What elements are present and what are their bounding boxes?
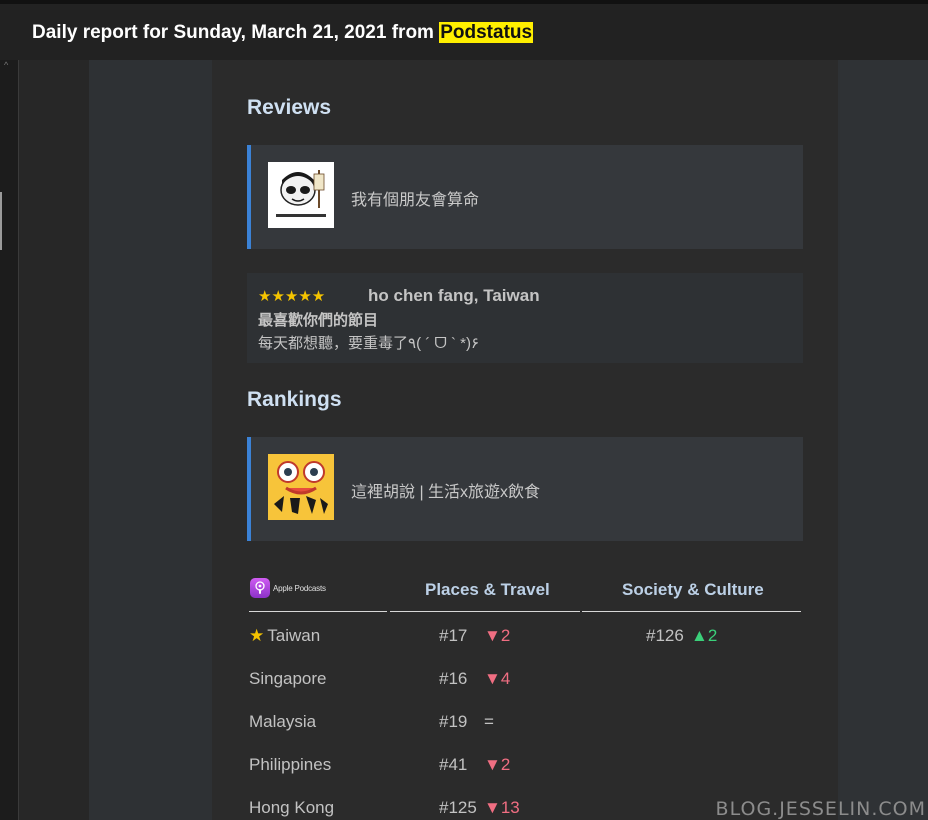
caret-up-icon[interactable]: ^ — [4, 60, 8, 70]
column-header-society-culture: Society & Culture — [622, 580, 764, 599]
review-podcast-card[interactable]: 我有個朋友會算命 — [247, 145, 803, 249]
column-header-places-travel: Places & Travel — [425, 580, 550, 599]
header-divider — [582, 611, 801, 612]
scroll-marker[interactable] — [0, 192, 2, 250]
rank-change-down: ▼13 — [484, 798, 520, 817]
apple-podcasts-icon — [250, 578, 270, 598]
report-header: Daily report for Sunday, March 21, 2021 … — [0, 0, 928, 60]
review-title: 最喜歡你們的節目 — [258, 312, 379, 329]
podcast-artwork-1 — [268, 162, 334, 228]
ranking-podcast-card[interactable]: 這裡胡說 | 生活x旅遊x飲食 — [247, 437, 803, 541]
left-gutter: ^ — [0, 60, 19, 820]
reviews-heading: Reviews — [247, 96, 332, 119]
rank-value: #19 — [439, 712, 468, 731]
report-title-text: Daily report for Sunday, March 21, 2021 … — [32, 22, 434, 43]
rank-value: #17 — [439, 626, 468, 645]
reviewer-name: ho chen fang, Taiwan — [368, 286, 540, 305]
star-icon: ★ — [249, 626, 265, 645]
ranking-country-philippines: Philippines — [249, 755, 332, 774]
ranking-country-taiwan: ★ Taiwan — [249, 626, 321, 645]
rank-change-down: ▼2 — [484, 626, 511, 645]
rank-change-equal: = — [484, 712, 494, 731]
rank-value: #126 — [646, 626, 684, 645]
platform-label: Apple Podcasts — [273, 583, 326, 593]
report-title: Daily report for Sunday, March 21, 2021 … — [32, 22, 534, 44]
rank-value: #125 — [439, 798, 477, 817]
watermark: BLOG.JESSELIN.COM — [715, 798, 926, 820]
rank-value: #41 — [439, 755, 468, 774]
ranking-country-singapore: Singapore — [249, 669, 327, 688]
right-margin — [840, 60, 928, 820]
rank-value: #16 — [439, 669, 468, 688]
header-divider — [249, 611, 387, 612]
review-podcast-name[interactable]: 我有個朋友會算命 — [351, 186, 479, 210]
header-divider — [390, 611, 580, 612]
review-body: 每天都想聽，要重毒了٩( ´ ᗜ ` *)۶ — [258, 335, 480, 352]
rating-stars: ★★★★★ — [258, 288, 326, 305]
rank-change-down: ▼4 — [484, 669, 511, 688]
review-item: ★★★★★ ho chen fang, Taiwan 最喜歡你們的節目 每天都想… — [247, 273, 803, 363]
rankings-heading: Rankings — [247, 388, 342, 411]
rank-change-down: ▼2 — [484, 755, 511, 774]
podstatus-link[interactable]: Podstatus — [439, 22, 534, 43]
ranking-country-hong-kong: Hong Kong — [249, 798, 335, 817]
podcast-artwork-2 — [268, 454, 334, 520]
ranking-country-malaysia: Malaysia — [249, 712, 317, 731]
ranking-podcast-name[interactable]: 這裡胡說 | 生活x旅遊x飲食 — [351, 478, 540, 502]
apple-podcasts-logo: Apple Podcasts — [250, 578, 326, 598]
rank-change-up: ▲2 — [691, 626, 718, 645]
